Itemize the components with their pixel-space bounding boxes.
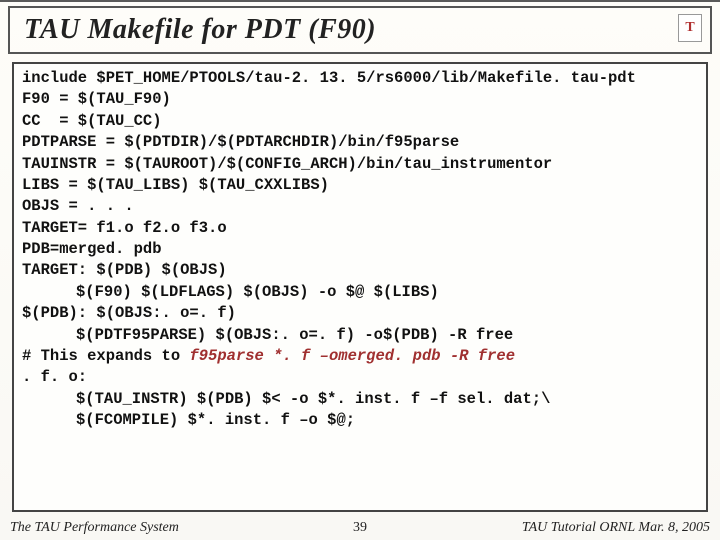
code-line: $(PDB): $(OBJS:. o=. f) bbox=[22, 303, 698, 324]
slide-number: 39 bbox=[10, 520, 710, 536]
code-line: $(PDTF95PARSE) $(OBJS:. o=. f) -o$(PDB) … bbox=[22, 325, 698, 346]
code-line: F90 = $(TAU_F90) bbox=[22, 89, 698, 110]
slide-title: TAU Makefile for PDT (F90) bbox=[24, 14, 376, 46]
code-line: CC = $(TAU_CC) bbox=[22, 111, 698, 132]
top-rule bbox=[0, 0, 720, 2]
title-bar: TAU Makefile for PDT (F90) bbox=[8, 6, 712, 54]
code-highlight: f95parse *. f –omerged. pdb -R free bbox=[189, 347, 515, 365]
code-comment-line: # This expands to f95parse *. f –omerged… bbox=[22, 346, 698, 367]
code-line: $(TAU_INSTR) $(PDB) $< -o $*. inst. f –f… bbox=[22, 389, 698, 410]
code-line: include $PET_HOME/PTOOLS/tau-2. 13. 5/rs… bbox=[22, 68, 698, 89]
code-line: PDTPARSE = $(PDTDIR)/$(PDTARCHDIR)/bin/f… bbox=[22, 132, 698, 153]
code-line: $(FCOMPILE) $*. inst. f –o $@; bbox=[22, 410, 698, 431]
logo-glyph: T bbox=[685, 20, 694, 36]
code-comment-prefix: # This expands to bbox=[22, 347, 189, 365]
code-line: . f. o: bbox=[22, 367, 698, 388]
code-line: PDB=merged. pdb bbox=[22, 239, 698, 260]
slide: TAU Makefile for PDT (F90) T include $PE… bbox=[0, 0, 720, 540]
tau-logo-icon: T bbox=[678, 14, 702, 42]
slide-footer: The TAU Performance System 39 TAU Tutori… bbox=[10, 516, 710, 536]
code-line: OBJS = . . . bbox=[22, 196, 698, 217]
code-line: TAUINSTR = $(TAUROOT)/$(CONFIG_ARCH)/bin… bbox=[22, 154, 698, 175]
code-line: TARGET= f1.o f2.o f3.o bbox=[22, 218, 698, 239]
code-line: $(F90) $(LDFLAGS) $(OBJS) -o $@ $(LIBS) bbox=[22, 282, 698, 303]
code-line: TARGET: $(PDB) $(OBJS) bbox=[22, 260, 698, 281]
makefile-code-block: include $PET_HOME/PTOOLS/tau-2. 13. 5/rs… bbox=[12, 62, 708, 512]
code-line: LIBS = $(TAU_LIBS) $(TAU_CXXLIBS) bbox=[22, 175, 698, 196]
